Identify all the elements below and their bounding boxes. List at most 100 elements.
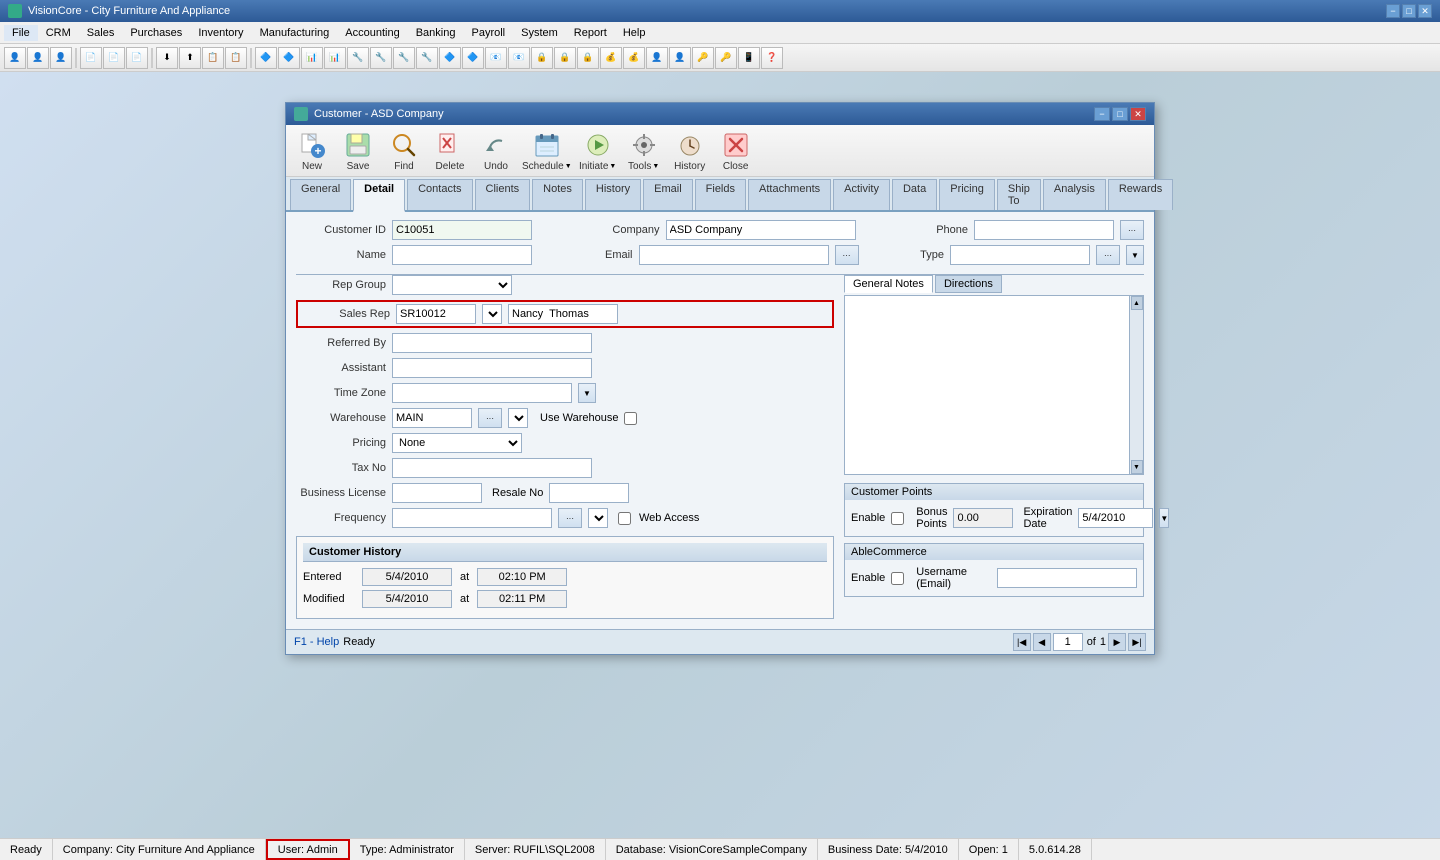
warehouse-input[interactable]	[392, 408, 472, 428]
warehouse-browse-btn[interactable]: ···	[478, 408, 502, 428]
time-zone-dd-btn[interactable]: ▼	[578, 383, 596, 403]
tab-notes[interactable]: Notes	[532, 179, 583, 210]
last-page-btn[interactable]: ▶|	[1128, 633, 1146, 651]
tb-btn16[interactable]: 🔧	[370, 47, 392, 69]
pricing-select[interactable]: None	[392, 433, 522, 453]
menu-system[interactable]: System	[513, 25, 566, 41]
tb-btn19[interactable]: 🔷	[439, 47, 461, 69]
notes-tab-general[interactable]: General Notes	[844, 275, 933, 293]
tb-btn29[interactable]: 👤	[669, 47, 691, 69]
dtb-new[interactable]: + New	[292, 129, 332, 172]
email-input[interactable]	[639, 245, 829, 265]
dtb-initiate[interactable]: Initiate ▼	[578, 129, 618, 172]
initiate-dropdown-arrow[interactable]: ▼	[609, 163, 616, 170]
sales-rep-id-input[interactable]	[396, 304, 476, 324]
dtb-save[interactable]: Save	[338, 129, 378, 172]
phone-browse-btn[interactable]: ···	[1120, 220, 1144, 240]
tab-rewards[interactable]: Rewards	[1108, 179, 1173, 210]
dialog-close-button[interactable]: ✕	[1130, 107, 1146, 121]
customer-id-input[interactable]	[392, 220, 532, 240]
rep-group-select[interactable]	[392, 275, 512, 295]
tb-btn22[interactable]: 📧	[508, 47, 530, 69]
name-input[interactable]	[392, 245, 532, 265]
sales-rep-name-input[interactable]	[508, 304, 618, 324]
menu-inventory[interactable]: Inventory	[190, 25, 251, 41]
next-page-btn[interactable]: ▶	[1108, 633, 1126, 651]
maximize-button[interactable]: □	[1402, 4, 1416, 18]
type-dd-btn[interactable]: ▼	[1126, 245, 1144, 265]
points-enable-checkbox[interactable]	[891, 512, 904, 525]
company-input[interactable]	[666, 220, 856, 240]
menu-manufacturing[interactable]: Manufacturing	[252, 25, 338, 41]
time-zone-input[interactable]	[392, 383, 572, 403]
frequency-dd[interactable]: ▼	[588, 508, 608, 528]
dtb-schedule[interactable]: Schedule ▼	[522, 129, 572, 172]
tb-btn18[interactable]: 🔧	[416, 47, 438, 69]
resale-no-input[interactable]	[549, 483, 629, 503]
assistant-input[interactable]	[392, 358, 592, 378]
tb-btn6[interactable]: 📄	[126, 47, 148, 69]
tb-new[interactable]: 👤	[4, 47, 26, 69]
menu-crm[interactable]: CRM	[38, 25, 79, 41]
dtb-history[interactable]: History	[670, 129, 710, 172]
tb-btn24[interactable]: 🔒	[554, 47, 576, 69]
dtb-find[interactable]: Find	[384, 129, 424, 172]
menu-report[interactable]: Report	[566, 25, 615, 41]
tb-btn25[interactable]: 🔒	[577, 47, 599, 69]
notes-scrollbar[interactable]: ▲ ▼	[1129, 296, 1143, 474]
title-bar-controls[interactable]: − □ ✕	[1386, 4, 1432, 18]
menu-help[interactable]: Help	[615, 25, 654, 41]
tb-btn14[interactable]: 📊	[324, 47, 346, 69]
tb-btn17[interactable]: 🔧	[393, 47, 415, 69]
menu-sales[interactable]: Sales	[79, 25, 123, 41]
dtb-close[interactable]: Close	[716, 129, 756, 172]
dialog-title-controls[interactable]: − □ ✕	[1094, 107, 1146, 121]
username-input[interactable]	[997, 568, 1137, 588]
tab-pricing[interactable]: Pricing	[939, 179, 995, 210]
tab-data[interactable]: Data	[892, 179, 937, 210]
scrollbar-down[interactable]: ▼	[1131, 460, 1143, 474]
tb-btn31[interactable]: 🔑	[715, 47, 737, 69]
menu-purchases[interactable]: Purchases	[122, 25, 190, 41]
type-browse-btn[interactable]: ···	[1096, 245, 1120, 265]
tb-btn26[interactable]: 💰	[600, 47, 622, 69]
tb-btn21[interactable]: 📧	[485, 47, 507, 69]
tb-btn20[interactable]: 🔷	[462, 47, 484, 69]
tab-analysis[interactable]: Analysis	[1043, 179, 1106, 210]
tab-history[interactable]: History	[585, 179, 641, 210]
minimize-button[interactable]: −	[1386, 4, 1400, 18]
tax-no-input[interactable]	[392, 458, 592, 478]
tb-btn10[interactable]: 📋	[225, 47, 247, 69]
tb-btn33[interactable]: ❓	[761, 47, 783, 69]
expiration-date-dd[interactable]: ▼	[1159, 508, 1169, 528]
prev-page-btn[interactable]: ◀	[1033, 633, 1051, 651]
tb-btn15[interactable]: 🔧	[347, 47, 369, 69]
able-enable-checkbox[interactable]	[891, 572, 904, 585]
tb-btn28[interactable]: 👤	[646, 47, 668, 69]
schedule-dropdown-arrow[interactable]: ▼	[565, 163, 572, 170]
use-warehouse-checkbox[interactable]	[624, 412, 637, 425]
business-license-input[interactable]	[392, 483, 482, 503]
tb-btn8[interactable]: ⬆	[179, 47, 201, 69]
tab-contacts[interactable]: Contacts	[407, 179, 472, 210]
first-page-btn[interactable]: |◀	[1013, 633, 1031, 651]
dtb-delete[interactable]: Delete	[430, 129, 470, 172]
dialog-maximize-button[interactable]: □	[1112, 107, 1128, 121]
menu-file[interactable]: File	[4, 25, 38, 41]
tb-btn11[interactable]: 🔷	[255, 47, 277, 69]
menu-payroll[interactable]: Payroll	[463, 25, 513, 41]
tb-btn2[interactable]: 👤	[27, 47, 49, 69]
dtb-undo[interactable]: Undo	[476, 129, 516, 172]
notes-tab-directions[interactable]: Directions	[935, 275, 1002, 293]
expiration-date-input[interactable]	[1078, 508, 1153, 528]
bonus-points-input[interactable]	[953, 508, 1013, 528]
referred-by-input[interactable]	[392, 333, 592, 353]
tab-attachments[interactable]: Attachments	[748, 179, 831, 210]
scrollbar-up[interactable]: ▲	[1131, 296, 1143, 310]
tb-btn23[interactable]: 🔒	[531, 47, 553, 69]
tb-btn12[interactable]: 🔷	[278, 47, 300, 69]
tb-btn13[interactable]: 📊	[301, 47, 323, 69]
tb-btn3[interactable]: 👤	[50, 47, 72, 69]
tb-btn32[interactable]: 📱	[738, 47, 760, 69]
frequency-browse-btn[interactable]: ···	[558, 508, 582, 528]
